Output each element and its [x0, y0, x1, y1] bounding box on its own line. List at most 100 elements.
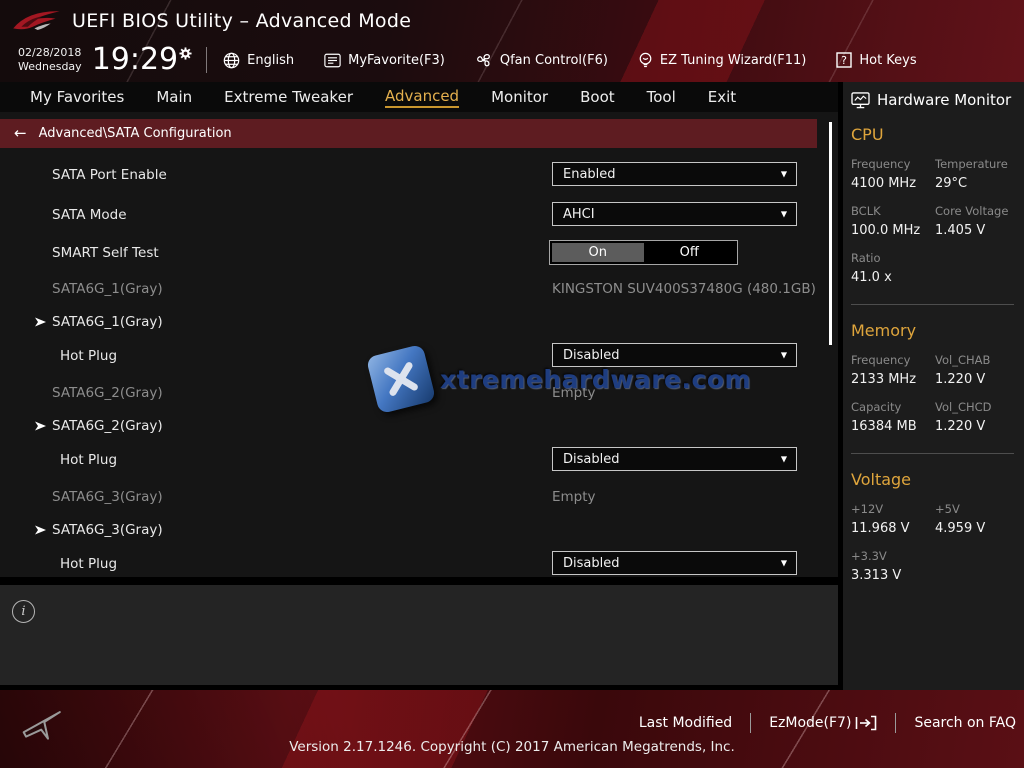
- tab-boot[interactable]: Boot: [564, 82, 631, 112]
- language-button[interactable]: English: [223, 52, 294, 69]
- setting-label: SATA6G_1(Gray): [52, 281, 163, 297]
- hw-label: Vol_CHCD: [935, 400, 1024, 414]
- divider: [750, 713, 751, 733]
- tab-tool[interactable]: Tool: [631, 82, 692, 112]
- hw-label: +12V: [851, 502, 935, 516]
- setting-row: SATA6G_3(Gray) Empty: [0, 484, 817, 509]
- hw-label: +3.3V: [851, 549, 1024, 563]
- time-settings-gear-icon[interactable]: [179, 45, 192, 64]
- hw-label: Ratio: [851, 251, 1024, 265]
- nav-row-sata6g2[interactable]: SATA6G_2(Gray): [0, 413, 817, 438]
- hw-row: +3.3V 3.313 V: [843, 549, 1024, 583]
- tab-main[interactable]: Main: [140, 82, 208, 112]
- footer-links: Last Modified EzMode(F7) Search on FAQ: [639, 713, 1016, 733]
- nav-row-sata6g3[interactable]: SATA6G_3(Gray): [0, 517, 817, 542]
- hw-value: 2133 MHz: [851, 372, 935, 387]
- drive-value: Empty: [552, 489, 596, 505]
- nav-row-sata6g1[interactable]: SATA6G_1(Gray): [0, 309, 817, 334]
- hw-label: +5V: [935, 502, 1024, 516]
- hw-row: Capacity16384 MB Vol_CHCD1.220 V: [843, 400, 1024, 434]
- mouse-cursor-icon: [22, 702, 66, 742]
- toggle-off[interactable]: Off: [644, 243, 736, 262]
- last-modified-button[interactable]: Last Modified: [639, 715, 732, 731]
- hw-value: 1.220 V: [935, 372, 1024, 387]
- back-arrow-icon[interactable]: ←: [14, 126, 27, 141]
- last-modified-label: Last Modified: [639, 715, 732, 731]
- setting-label: Hot Plug: [60, 556, 117, 572]
- dropdown-value: Enabled: [563, 167, 616, 182]
- hw-label: Vol_CHAB: [935, 353, 1024, 367]
- setting-label: SATA Port Enable: [52, 167, 167, 183]
- search-on-faq-button[interactable]: Search on FAQ: [914, 715, 1016, 731]
- ez-tuning-label: EZ Tuning Wizard(F11): [660, 53, 806, 68]
- divider: [851, 304, 1014, 305]
- tab-exit[interactable]: Exit: [692, 82, 752, 112]
- ezmode-button[interactable]: EzMode(F7): [769, 715, 877, 731]
- setting-label: SATA6G_3(Gray): [52, 489, 163, 505]
- hw-value: 3.313 V: [851, 568, 1024, 583]
- info-row: 02/28/2018 Wednesday 19:29 English: [0, 40, 1024, 80]
- hw-value: 29°C: [935, 176, 1024, 191]
- toggle-on[interactable]: On: [552, 243, 644, 262]
- setting-row: SMART Self Test On Off: [0, 240, 817, 265]
- tab-extreme-tweaker[interactable]: Extreme Tweaker: [208, 82, 369, 112]
- hw-value: 11.968 V: [851, 521, 935, 536]
- tab-advanced[interactable]: Advanced: [369, 82, 475, 112]
- settings-panel: ← Advanced\SATA Configuration SATA Port …: [0, 112, 838, 577]
- sata-mode-dropdown[interactable]: AHCI ▼: [552, 202, 797, 226]
- version-text: Version 2.17.1246. Copyright (C) 2017 Am…: [0, 739, 1024, 755]
- hw-row: +12V 11.968 V +5V 4.959 V: [843, 502, 1024, 536]
- rog-logo-icon: [10, 5, 62, 37]
- hot-plug-dropdown-1[interactable]: Disabled ▼: [552, 343, 797, 367]
- hw-label: BCLK: [851, 204, 935, 218]
- qfan-control-button[interactable]: Qfan Control(F6): [475, 52, 608, 68]
- date-block: 02/28/2018 Wednesday: [18, 46, 82, 75]
- ez-tuning-wizard-button[interactable]: EZ Tuning Wizard(F11): [638, 52, 806, 69]
- main-menu-bar: My Favorites Main Extreme Tweaker Advanc…: [0, 82, 838, 112]
- hw-value: 41.0 x: [851, 270, 1024, 285]
- hardware-monitor-title: Hardware Monitor: [877, 91, 1011, 109]
- setting-row: Hot Plug Disabled ▼: [0, 551, 817, 576]
- submenu-arrow-icon: [35, 524, 46, 535]
- tab-my-favorites[interactable]: My Favorites: [14, 82, 140, 112]
- qfan-icon: [475, 52, 493, 68]
- chevron-down-icon: ▼: [781, 351, 787, 360]
- smart-self-test-toggle[interactable]: On Off: [549, 240, 738, 265]
- hot-plug-dropdown-2[interactable]: Disabled ▼: [552, 447, 797, 471]
- chevron-down-icon: ▼: [781, 210, 787, 219]
- submenu-arrow-icon: [35, 420, 46, 431]
- bulb-icon: [638, 52, 653, 69]
- setting-row: SATA6G_1(Gray) KINGSTON SUV400S37480G (4…: [0, 276, 817, 301]
- sata-port-enable-dropdown[interactable]: Enabled ▼: [552, 162, 797, 186]
- setting-row: SATA Port Enable Enabled ▼: [0, 162, 817, 187]
- bios-screen: UEFI BIOS Utility – Advanced Mode 02/28/…: [0, 0, 1024, 768]
- hw-value: 100.0 MHz: [851, 223, 935, 238]
- setting-label: SATA Mode: [52, 207, 127, 223]
- submenu-arrow-icon: [35, 316, 46, 327]
- myfavorite-button[interactable]: MyFavorite(F3): [324, 53, 445, 68]
- divider: [206, 47, 207, 73]
- hw-label: Temperature: [935, 157, 1024, 171]
- tab-monitor[interactable]: Monitor: [475, 82, 564, 112]
- hw-value: 4.959 V: [935, 521, 1024, 536]
- breadcrumb: ← Advanced\SATA Configuration: [0, 119, 817, 148]
- hot-plug-dropdown-3[interactable]: Disabled ▼: [552, 551, 797, 575]
- hw-value: 16384 MB: [851, 419, 935, 434]
- breadcrumb-label: Advanced\SATA Configuration: [39, 126, 232, 141]
- dropdown-value: Disabled: [563, 348, 619, 363]
- title-row: UEFI BIOS Utility – Advanced Mode: [0, 0, 1024, 42]
- info-icon: i: [12, 600, 35, 623]
- svg-text:?: ?: [841, 54, 847, 67]
- hw-value: 4100 MHz: [851, 176, 935, 191]
- hot-keys-label: Hot Keys: [859, 53, 916, 68]
- dropdown-value: Disabled: [563, 452, 619, 467]
- hw-label: Frequency: [851, 353, 935, 367]
- scrollbar-thumb[interactable]: [829, 122, 832, 345]
- day-text: Wednesday: [18, 60, 82, 74]
- divider: [895, 713, 896, 733]
- qfan-label: Qfan Control(F6): [500, 53, 608, 68]
- hw-label: Capacity: [851, 400, 935, 414]
- hot-keys-button[interactable]: ? Hot Keys: [836, 52, 916, 68]
- hw-value: 1.405 V: [935, 223, 1024, 238]
- setting-row: Hot Plug Disabled ▼: [0, 447, 817, 472]
